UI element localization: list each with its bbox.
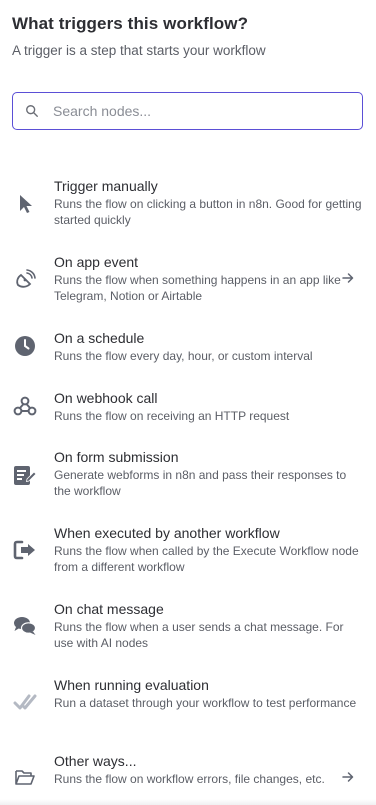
trigger-item-webhook[interactable]: On webhook call Runs the flow on receivi…: [0, 384, 376, 428]
bottom-fade: [0, 799, 376, 805]
clock-icon: [13, 334, 37, 358]
trigger-item-evaluation[interactable]: When running evaluation Run a dataset th…: [0, 671, 376, 731]
sign-in-icon: [13, 538, 37, 562]
check-double-icon: [13, 690, 37, 714]
trigger-item-desc: Runs the flow every day, hour, or custom…: [54, 349, 313, 363]
satellite-dish-icon: [13, 268, 37, 292]
trigger-panel: What triggers this workflow? A trigger i…: [0, 0, 376, 805]
trigger-item-name: When running evaluation: [54, 677, 209, 693]
cursor-icon: [13, 192, 37, 216]
trigger-item-desc: Generate webforms in n8n and pass their …: [54, 468, 347, 498]
folder-open-icon: [13, 765, 37, 789]
chat-icon: [13, 614, 37, 638]
trigger-item-form[interactable]: On form submission Generate webforms in …: [0, 443, 376, 503]
trigger-item-desc: Runs the flow on receiving an HTTP reque…: [54, 409, 290, 423]
trigger-item-schedule[interactable]: On a schedule Runs the flow every day, h…: [0, 324, 376, 368]
trigger-item-name: On webhook call: [54, 390, 158, 406]
webhook-icon: [13, 394, 37, 418]
trigger-item-name: When executed by another workflow: [54, 525, 280, 541]
panel-title: What triggers this workflow?: [12, 14, 249, 33]
trigger-item-name: On a schedule: [54, 330, 145, 346]
trigger-item-desc: Runs the flow when something happens in …: [54, 273, 341, 303]
trigger-item-other[interactable]: Other ways... Runs the flow on workflow …: [0, 747, 376, 805]
trigger-item-sub-workflow[interactable]: When executed by another workflow Runs t…: [0, 519, 376, 579]
trigger-item-app-event[interactable]: On app event Runs the flow when somethin…: [0, 248, 376, 308]
search-icon: [26, 105, 38, 117]
trigger-item-name: Trigger manually: [54, 178, 158, 194]
trigger-item-desc: Run a dataset through your workflow to t…: [54, 696, 357, 710]
arrow-right-icon: [342, 772, 354, 782]
trigger-item-name: On app event: [54, 254, 139, 270]
trigger-item-desc: Runs the flow on workflow errors, file c…: [54, 772, 325, 786]
arrow-right-icon: [342, 273, 354, 283]
search-input[interactable]: [51, 95, 362, 127]
trigger-item-name: On form submission: [54, 449, 179, 465]
trigger-item-desc: Runs the flow when a user sends a chat m…: [54, 620, 344, 650]
trigger-item-chat[interactable]: On chat message Runs the flow when a use…: [0, 595, 376, 655]
trigger-item-name: On chat message: [54, 601, 164, 617]
form-icon: [13, 463, 37, 487]
trigger-item-name: Other ways...: [54, 753, 137, 769]
panel-subtitle: A trigger is a step that starts your wor…: [12, 43, 266, 58]
search-box[interactable]: [12, 92, 363, 130]
trigger-item-desc: Runs the flow when called by the Execute…: [54, 544, 359, 574]
trigger-item-manual[interactable]: Trigger manually Runs the flow on clicki…: [0, 172, 376, 232]
trigger-item-desc: Runs the flow on clicking a button in n8…: [54, 197, 362, 227]
